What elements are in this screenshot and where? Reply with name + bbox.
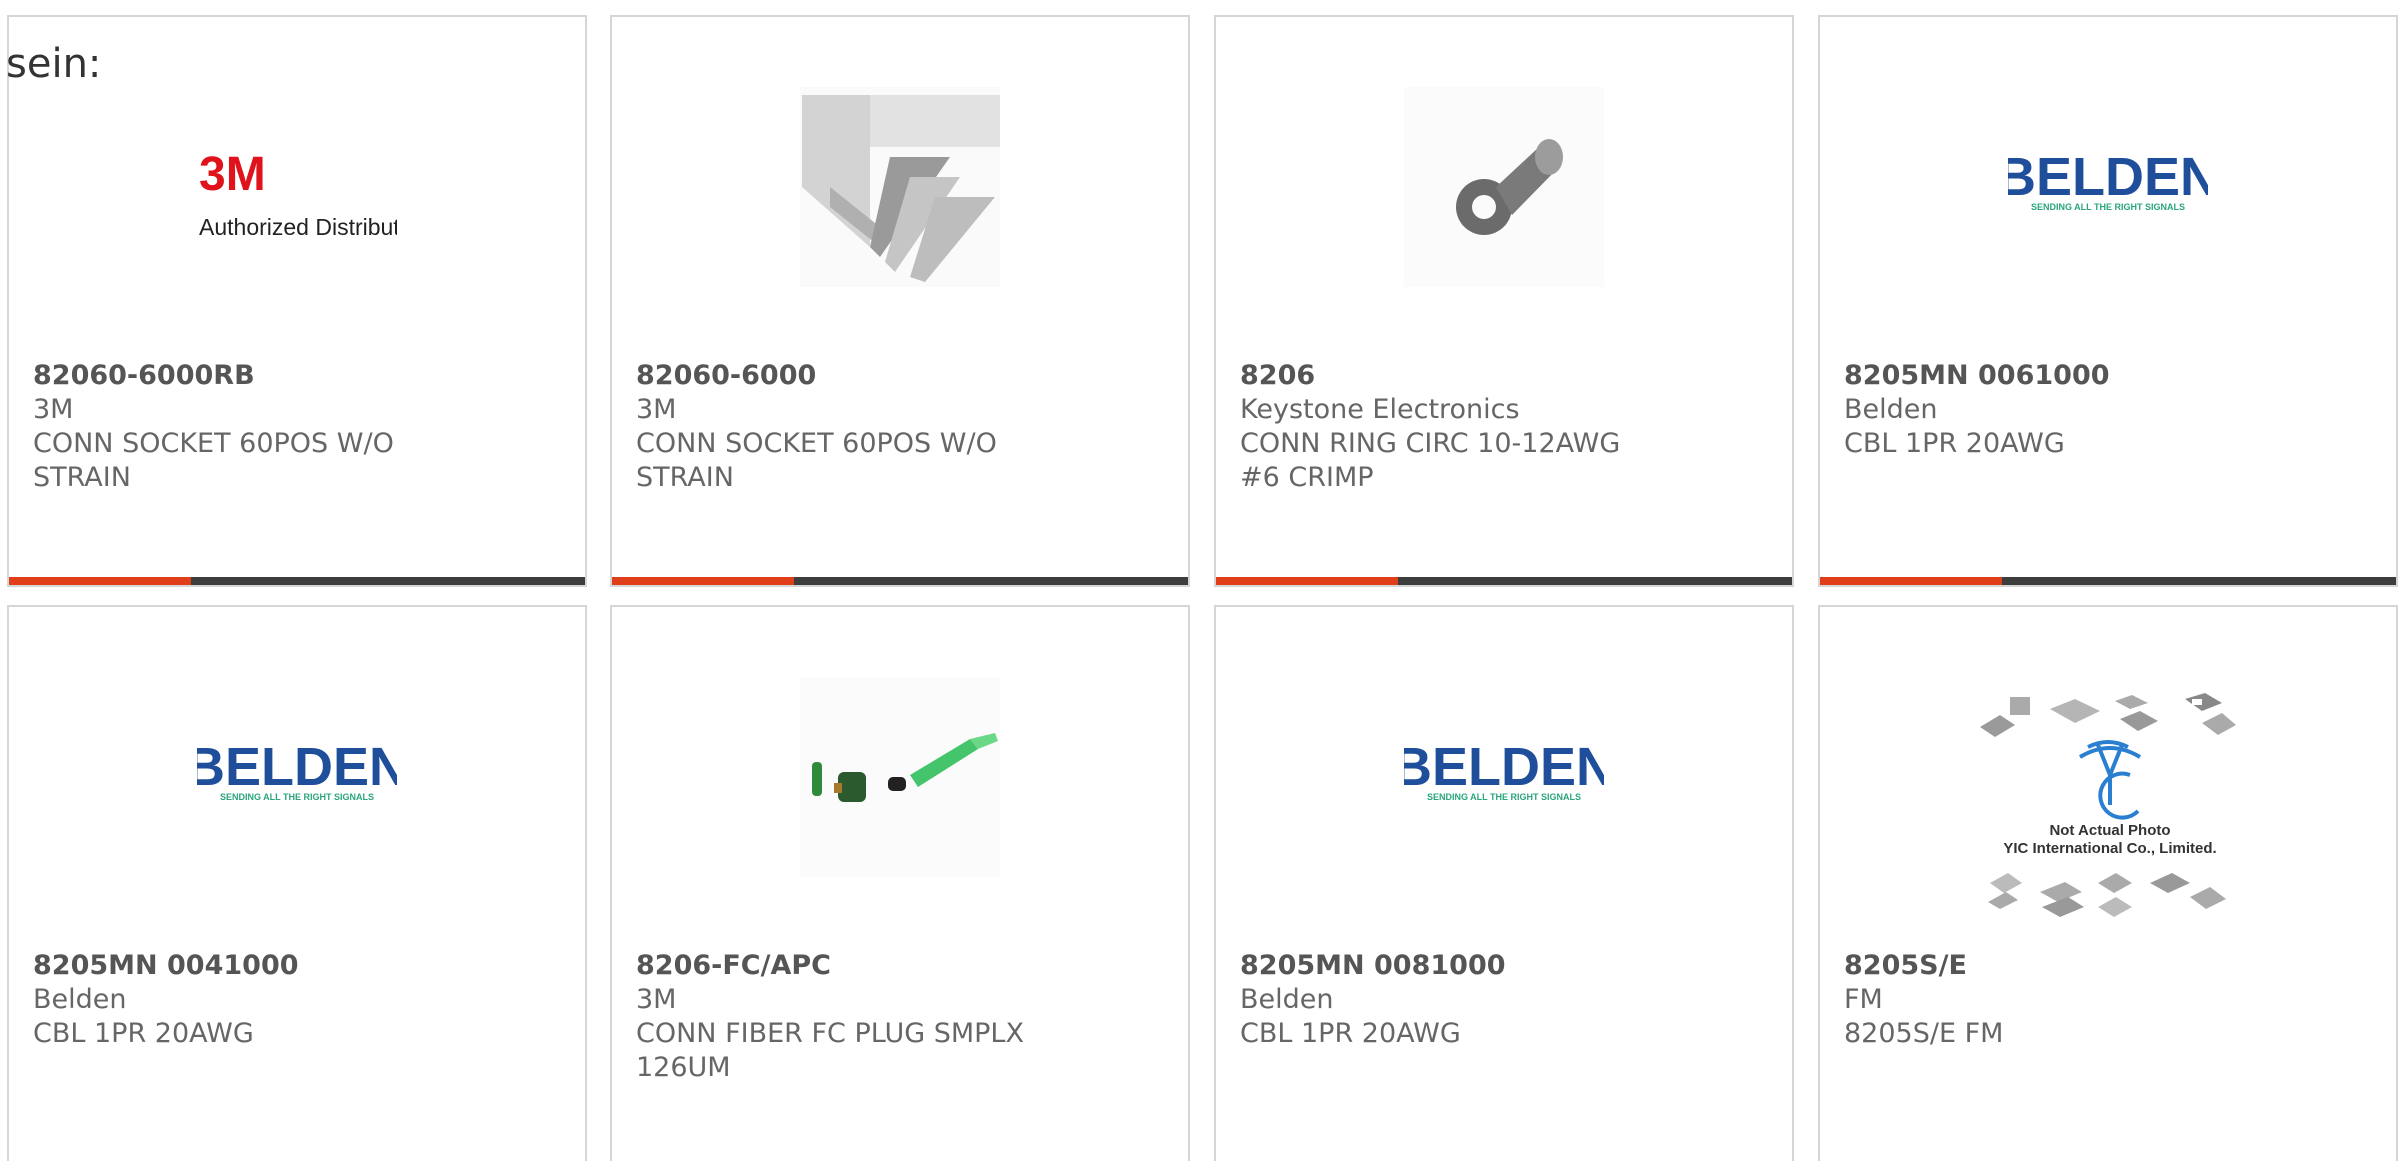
ring-terminal-icon [1404,87,1604,287]
product-info: 8205MN 0061000 Belden CBL 1PR 20AWG [1844,359,2264,461]
card-bottom-bar [1820,577,2396,585]
fiber-connector-icon [800,677,1000,877]
belden-logo-tagline: SENDING ALL THE RIGHT SIGNALS [2031,202,2185,212]
part-number[interactable]: 8205MN 0081000 [1240,949,1660,983]
belden-logo-icon: BELDEN SENDING ALL THE RIGHT SIGNALS [2008,87,2208,287]
belden-logo-tagline: SENDING ALL THE RIGHT SIGNALS [220,792,374,802]
product-card[interactable]: 8206-FC/APC 3M CONN FIBER FC PLUG SMPLX … [610,605,1190,1161]
product-card[interactable]: BELDEN SENDING ALL THE RIGHT SIGNALS 820… [7,605,587,1161]
product-card[interactable]: BELDEN SENDING ALL THE RIGHT SIGNALS 820… [1214,605,1794,1161]
belden-logo-text: BELDEN [1404,737,1604,797]
product-card[interactable]: Not Actual Photo YIC International Co., … [1818,605,2398,1161]
card-bar-accent [612,577,794,585]
belden-logo-icon: BELDEN SENDING ALL THE RIGHT SIGNALS [1404,677,1604,877]
description: CBL 1PR 20AWG [1240,1018,1461,1049]
description: CBL 1PR 20AWG [1844,428,2065,459]
3m-logo-text: 3M [199,148,266,201]
yic-notice-text: Not Actual Photo [2049,822,2170,839]
part-number[interactable]: 8205MN 0061000 [1844,359,2264,393]
card-bottom-bar [612,577,1188,585]
yic-placeholder-icon: Not Actual Photo YIC International Co., … [1970,687,2250,927]
part-number[interactable]: 82060-6000RB [33,359,453,393]
description: CONN FIBER FC PLUG SMPLX 126UM [636,1018,1024,1083]
product-info: 8205S/E FM 8205S/E FM [1844,949,2264,1051]
manufacturer: Belden [1240,984,1334,1015]
belden-logo-text: BELDEN [197,737,397,797]
part-number[interactable]: 82060-6000 [636,359,1056,393]
description: CBL 1PR 20AWG [33,1018,254,1049]
description: CONN RING CIRC 10-12AWG #6 CRIMP [1240,428,1621,493]
product-card[interactable]: 82060-6000 3M CONN SOCKET 60POS W/O STRA… [610,15,1190,587]
manufacturer: Keystone Electronics [1240,394,1520,425]
part-number[interactable]: 8205MN 0041000 [33,949,453,983]
intro-text: sein: [6,41,102,87]
product-info: 8206 Keystone Electronics CONN RING CIRC… [1240,359,1660,495]
yic-company-text: YIC International Co., Limited. [2003,840,2216,857]
product-info: 8205MN 0081000 Belden CBL 1PR 20AWG [1240,949,1660,1051]
manufacturer: 3M [636,394,677,425]
product-info: 8205MN 0041000 Belden CBL 1PR 20AWG [33,949,453,1051]
product-info: 82060-6000RB 3M CONN SOCKET 60POS W/O ST… [33,359,453,495]
description: CONN SOCKET 60POS W/O STRAIN [636,428,997,493]
description: CONN SOCKET 60POS W/O STRAIN [33,428,394,493]
belden-logo-tagline: SENDING ALL THE RIGHT SIGNALS [1427,792,1581,802]
manufacturer: Belden [1844,394,1938,425]
manufacturer: 3M [636,984,677,1015]
product-card[interactable]: 8206 Keystone Electronics CONN RING CIRC… [1214,15,1794,587]
3m-logo-icon: 3M Authorized Distributor [197,87,397,287]
part-number[interactable]: 8206 [1240,359,1660,393]
card-bar-accent [1820,577,2002,585]
ribbon-cable-connector-icon [800,87,1000,287]
part-number[interactable]: 8205S/E [1844,949,2264,983]
product-grid-page: sein: 3M Authorized Distributor 82060-60… [0,0,2400,1161]
card-bottom-bar [9,577,585,585]
product-card[interactable]: BELDEN SENDING ALL THE RIGHT SIGNALS 820… [1818,15,2398,587]
belden-logo-icon: BELDEN SENDING ALL THE RIGHT SIGNALS [197,677,397,877]
card-bar-accent [1216,577,1398,585]
manufacturer: FM [1844,984,1883,1015]
manufacturer: 3M [33,394,74,425]
product-info: 8206-FC/APC 3M CONN FIBER FC PLUG SMPLX … [636,949,1056,1085]
product-info: 82060-6000 3M CONN SOCKET 60POS W/O STRA… [636,359,1056,495]
product-card[interactable]: 3M Authorized Distributor 82060-6000RB 3… [7,15,587,587]
card-bottom-bar [1216,577,1792,585]
part-number[interactable]: 8206-FC/APC [636,949,1056,983]
belden-logo-text: BELDEN [2008,147,2208,207]
3m-logo-subtitle: Authorized Distributor [199,214,397,240]
description: 8205S/E FM [1844,1018,2004,1049]
card-bar-accent [9,577,191,585]
manufacturer: Belden [33,984,127,1015]
